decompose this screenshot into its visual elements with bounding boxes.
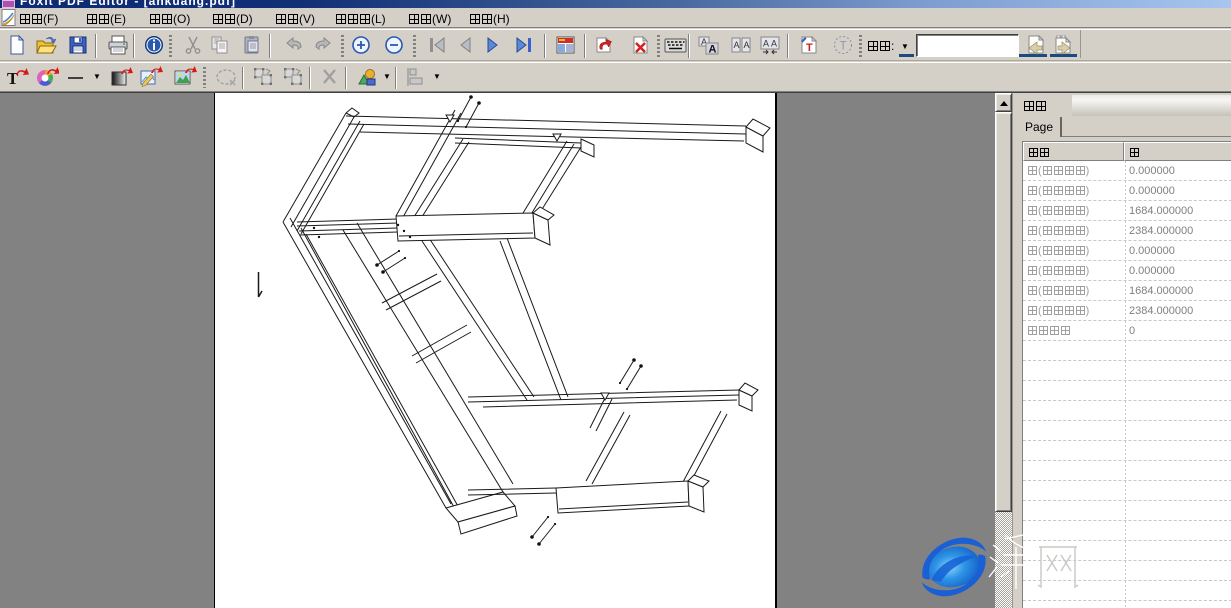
- svg-text:T: T: [840, 39, 848, 53]
- svg-text:T: T: [806, 42, 813, 54]
- svg-text:A: A: [744, 40, 750, 50]
- svg-text:A: A: [771, 39, 777, 49]
- svg-text:A: A: [763, 39, 769, 49]
- svg-text:A: A: [734, 40, 740, 50]
- svg-text:A: A: [709, 44, 717, 56]
- svg-text:T: T: [7, 69, 19, 88]
